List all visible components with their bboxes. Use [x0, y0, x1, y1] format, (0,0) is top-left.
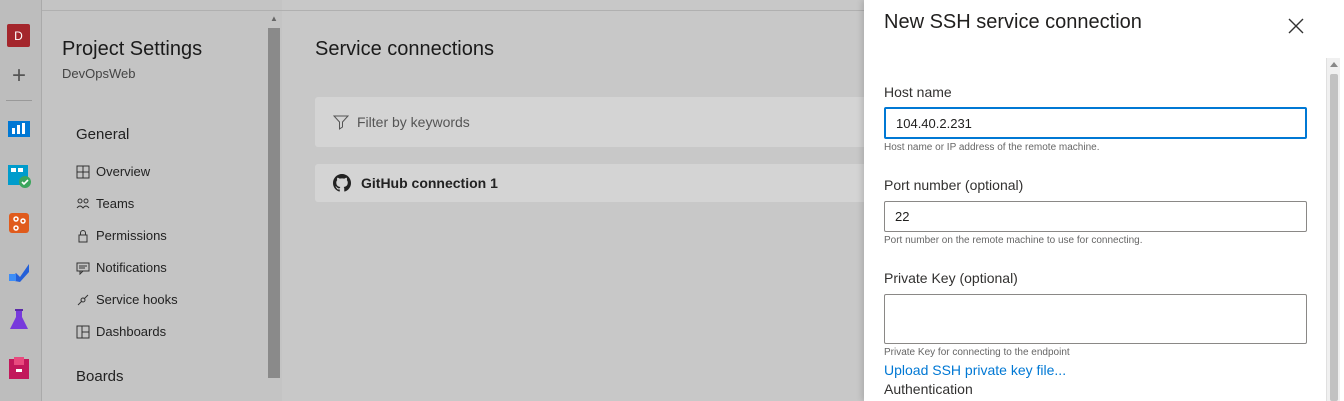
sidebar-title: Project Settings	[62, 38, 203, 60]
port-number-label: Port number (optional)	[884, 177, 1024, 193]
dashboards-icon	[76, 325, 90, 338]
sidebar-item-overview[interactable]: Overview	[76, 164, 150, 179]
filter-icon	[333, 115, 349, 130]
repos-icon[interactable]	[6, 210, 32, 236]
host-name-input[interactable]	[884, 107, 1307, 139]
project-name: DevOpsWeb	[62, 66, 136, 81]
filter-bar[interactable]: Filter by keywords	[315, 97, 875, 147]
panel-title: New SSH service connection	[884, 11, 1142, 33]
sidebar-item-teams[interactable]: Teams	[76, 196, 134, 211]
service-hooks-icon	[77, 294, 89, 305]
sidebar-scrollbar[interactable]	[268, 28, 280, 378]
panel-scrollbar[interactable]	[1326, 58, 1340, 401]
app-rail: D +	[0, 0, 42, 401]
main-top-divider	[282, 10, 864, 11]
sidebar-item-notifications[interactable]: Notifications	[76, 260, 167, 275]
new-ssh-connection-panel: New SSH service connection Host name Hos…	[864, 0, 1344, 401]
sidebar-top-divider	[42, 10, 282, 11]
scroll-thumb[interactable]	[1330, 74, 1338, 401]
artifacts-icon[interactable]	[6, 355, 32, 381]
new-project-icon[interactable]: +	[7, 64, 31, 88]
organization-avatar[interactable]: D	[7, 24, 30, 47]
project-settings-sidebar: Project Settings DevOpsWeb General Overv…	[42, 0, 282, 401]
private-key-textarea[interactable]	[884, 294, 1307, 344]
scroll-up-icon[interactable]	[1330, 62, 1338, 67]
list-item[interactable]: GitHub connection 1	[315, 164, 875, 202]
host-name-hint: Host name or IP address of the remote ma…	[884, 142, 1100, 153]
sidebar-item-label: Teams	[96, 196, 135, 211]
page-title: Service connections	[315, 38, 494, 60]
notifications-icon	[76, 262, 90, 275]
upload-key-link[interactable]: Upload SSH private key file...	[884, 362, 1066, 378]
overview-icon[interactable]	[6, 115, 32, 141]
pipelines-icon[interactable]	[6, 260, 32, 286]
sidebar-scroll-up-icon[interactable]: ▲	[268, 14, 280, 24]
sidebar-item-label: Service hooks	[96, 292, 178, 307]
rail-divider	[6, 100, 32, 101]
connection-name: GitHub connection 1	[361, 175, 498, 191]
sidebar-item-service-hooks[interactable]: Service hooks	[76, 292, 178, 307]
sidebar-item-label: Dashboards	[96, 324, 167, 339]
lock-icon	[78, 229, 88, 242]
teams-icon	[76, 198, 90, 209]
section-general: General	[76, 126, 130, 143]
close-icon[interactable]	[1286, 16, 1306, 36]
test-plans-icon[interactable]	[6, 307, 32, 333]
main-content: Service connections Filter by keywords G…	[282, 0, 875, 401]
host-name-label: Host name	[884, 84, 952, 100]
sidebar-item-dashboards[interactable]: Dashboards	[76, 324, 166, 339]
authentication-heading: Authentication	[884, 381, 973, 397]
sidebar-item-label: Permissions	[96, 228, 167, 243]
sidebar-item-label: Notifications	[96, 260, 167, 275]
private-key-hint: Private Key for connecting to the endpoi…	[884, 347, 1070, 358]
github-icon	[333, 174, 351, 192]
filter-input[interactable]: Filter by keywords	[357, 114, 470, 130]
port-number-input[interactable]	[884, 201, 1307, 232]
sidebar-item-label: Overview	[96, 164, 151, 179]
overview-icon	[76, 165, 90, 178]
private-key-label: Private Key (optional)	[884, 270, 1018, 286]
sidebar-item-permissions[interactable]: Permissions	[76, 228, 167, 243]
port-number-hint: Port number on the remote machine to use…	[884, 235, 1143, 246]
boards-icon[interactable]	[6, 163, 32, 189]
section-boards[interactable]: Boards	[76, 368, 124, 385]
